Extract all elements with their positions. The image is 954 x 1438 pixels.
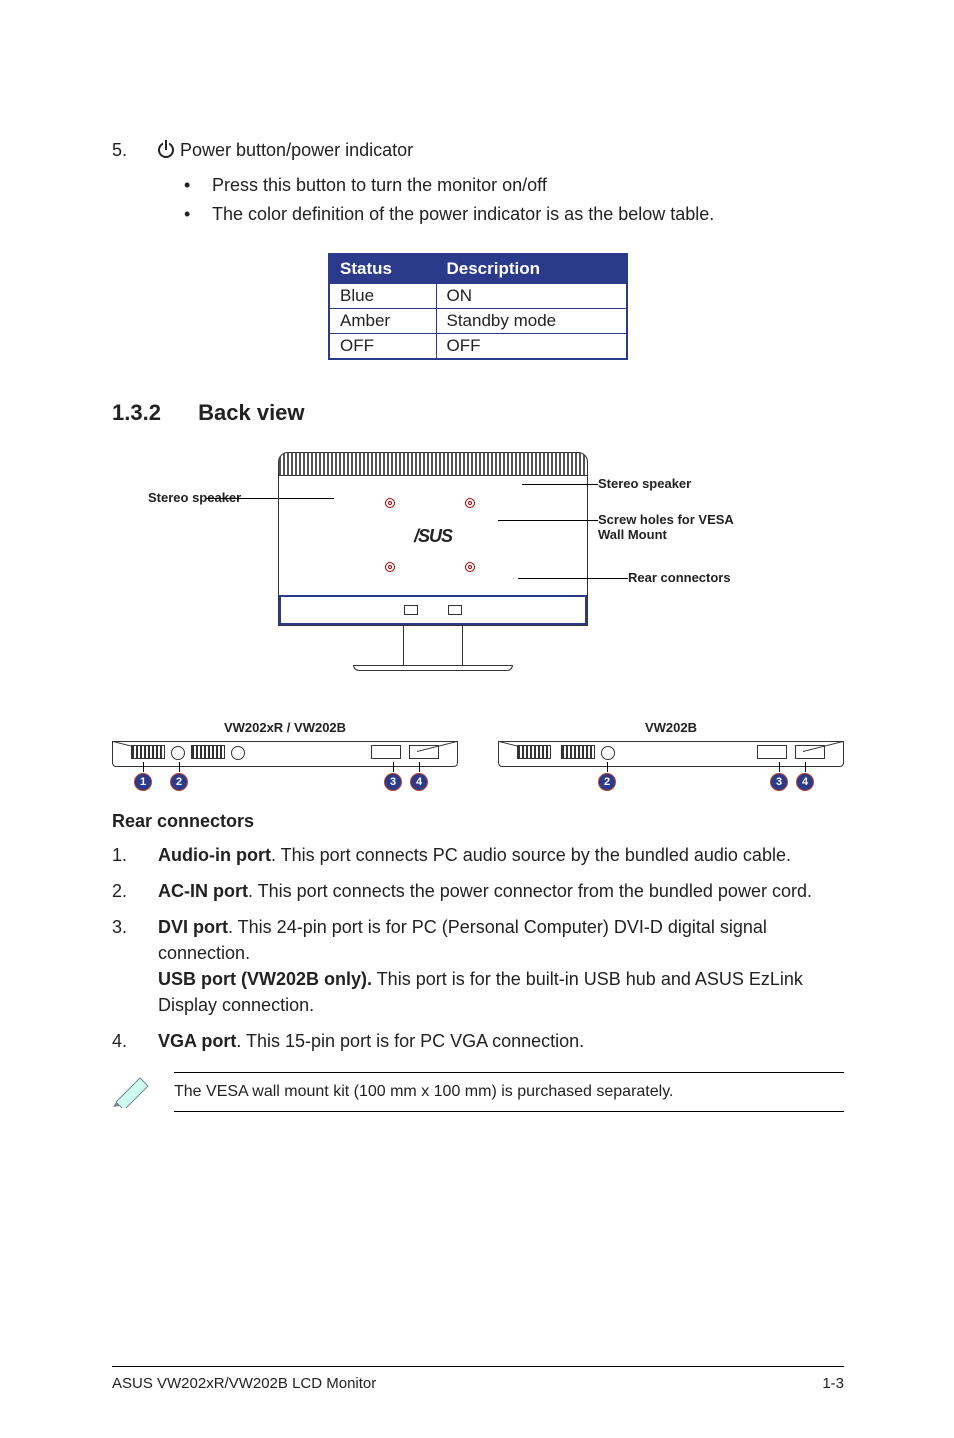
speaker-grill-icon: [561, 745, 595, 759]
table-row: BlueON: [329, 283, 627, 308]
status-table: Status Description BlueON AmberStandby m…: [328, 253, 628, 360]
screw-hole-icon: [385, 498, 395, 508]
table-row: OFFOFF: [329, 333, 627, 359]
callout-rear-connectors: Rear connectors: [628, 570, 731, 586]
panel-title: VW202B: [498, 720, 844, 735]
speaker-grill-icon: [191, 745, 225, 759]
usb-port-icon: [757, 745, 787, 759]
backplate: /SUS: [278, 476, 588, 626]
item-label: Power button/power indicator: [180, 140, 413, 161]
panel-title: VW202xR / VW202B: [112, 720, 458, 735]
marker-4: 4: [796, 773, 814, 791]
vent-grille-icon: [278, 452, 588, 476]
list-item: VGA port. This 15-pin port is for PC VGA…: [112, 1028, 844, 1054]
monitor-back-illustration: /SUS: [278, 452, 588, 672]
vga-port-icon: [409, 745, 439, 759]
pencil-note-icon: [112, 1072, 154, 1108]
leader-line: [518, 578, 628, 579]
screw-hole-icon: [465, 562, 475, 572]
leader-line: [522, 484, 598, 485]
marker-1: 1: [134, 773, 152, 791]
rear-port-strip: [279, 595, 587, 625]
panel-right: VW202B 2 3 4: [498, 720, 844, 801]
list-item: DVI port. This 24-pin port is for PC (Pe…: [112, 914, 844, 1018]
connector-panels: VW202xR / VW202B 1 2 3 4 VW202B: [112, 720, 844, 801]
vga-port-icon: [795, 745, 825, 759]
stand-neck: [403, 626, 463, 666]
markers-row: 1 2 3 4: [112, 767, 458, 801]
list-item-5: 5. Power button/power indicator: [112, 140, 844, 161]
marker-2: 2: [598, 773, 616, 791]
screw-hole-icon: [385, 562, 395, 572]
screw-hole-icon: [465, 498, 475, 508]
panel-bar: [498, 741, 844, 767]
leader-line: [498, 520, 598, 521]
note-text: The VESA wall mount kit (100 mm x 100 mm…: [174, 1072, 844, 1112]
bullet: The color definition of the power indica…: [184, 200, 844, 229]
audio-jack-icon: [601, 746, 615, 760]
th-status: Status: [329, 254, 436, 284]
page-footer: ASUS VW202xR/VW202B LCD Monitor 1-3: [112, 1366, 844, 1392]
dvi-port-icon: [371, 745, 401, 759]
bullet: Press this button to turn the monitor on…: [184, 171, 844, 200]
speaker-grill-icon: [517, 745, 551, 759]
port-icon: [448, 605, 462, 615]
section-title: Back view: [198, 400, 304, 425]
list-item: Audio-in port. This port connects PC aud…: [112, 842, 844, 868]
section-number: 1.3.2: [112, 400, 192, 426]
marker-4: 4: [410, 773, 428, 791]
marker-2: 2: [170, 773, 188, 791]
panel-left: VW202xR / VW202B 1 2 3 4: [112, 720, 458, 801]
footer-right: 1-3: [822, 1375, 844, 1392]
footer-left: ASUS VW202xR/VW202B LCD Monitor: [112, 1375, 376, 1392]
panel-bar: [112, 741, 458, 767]
port-icon: [404, 605, 418, 615]
audio-jack-icon: [231, 746, 245, 760]
markers-row: 2 3 4: [498, 767, 844, 801]
back-view-diagram: Stereo speaker /SUS Stereo speaker: [118, 452, 838, 712]
item-5-bullets: Press this button to turn the monitor on…: [184, 171, 844, 229]
power-icon: [158, 142, 174, 163]
marker-3: 3: [384, 773, 402, 791]
rear-connectors-heading: Rear connectors: [112, 811, 844, 832]
th-description: Description: [436, 254, 627, 284]
rear-connectors-list: Audio-in port. This port connects PC aud…: [112, 842, 844, 1055]
audio-jack-icon: [171, 746, 185, 760]
callout-stereo-left: Stereo speaker: [148, 490, 241, 506]
speaker-grill-icon: [131, 745, 165, 759]
table-row: AmberStandby mode: [329, 308, 627, 333]
asus-logo: /SUS: [414, 526, 452, 547]
list-item: AC-IN port. This port connects the power…: [112, 878, 844, 904]
section-heading: 1.3.2 Back view: [112, 400, 844, 426]
item-number: 5.: [112, 140, 158, 161]
callout-stereo-right: Stereo speaker: [598, 476, 691, 492]
callout-vesa: Screw holes for VESA Wall Mount: [598, 512, 758, 543]
note-row: The VESA wall mount kit (100 mm x 100 mm…: [112, 1072, 844, 1112]
marker-3: 3: [770, 773, 788, 791]
